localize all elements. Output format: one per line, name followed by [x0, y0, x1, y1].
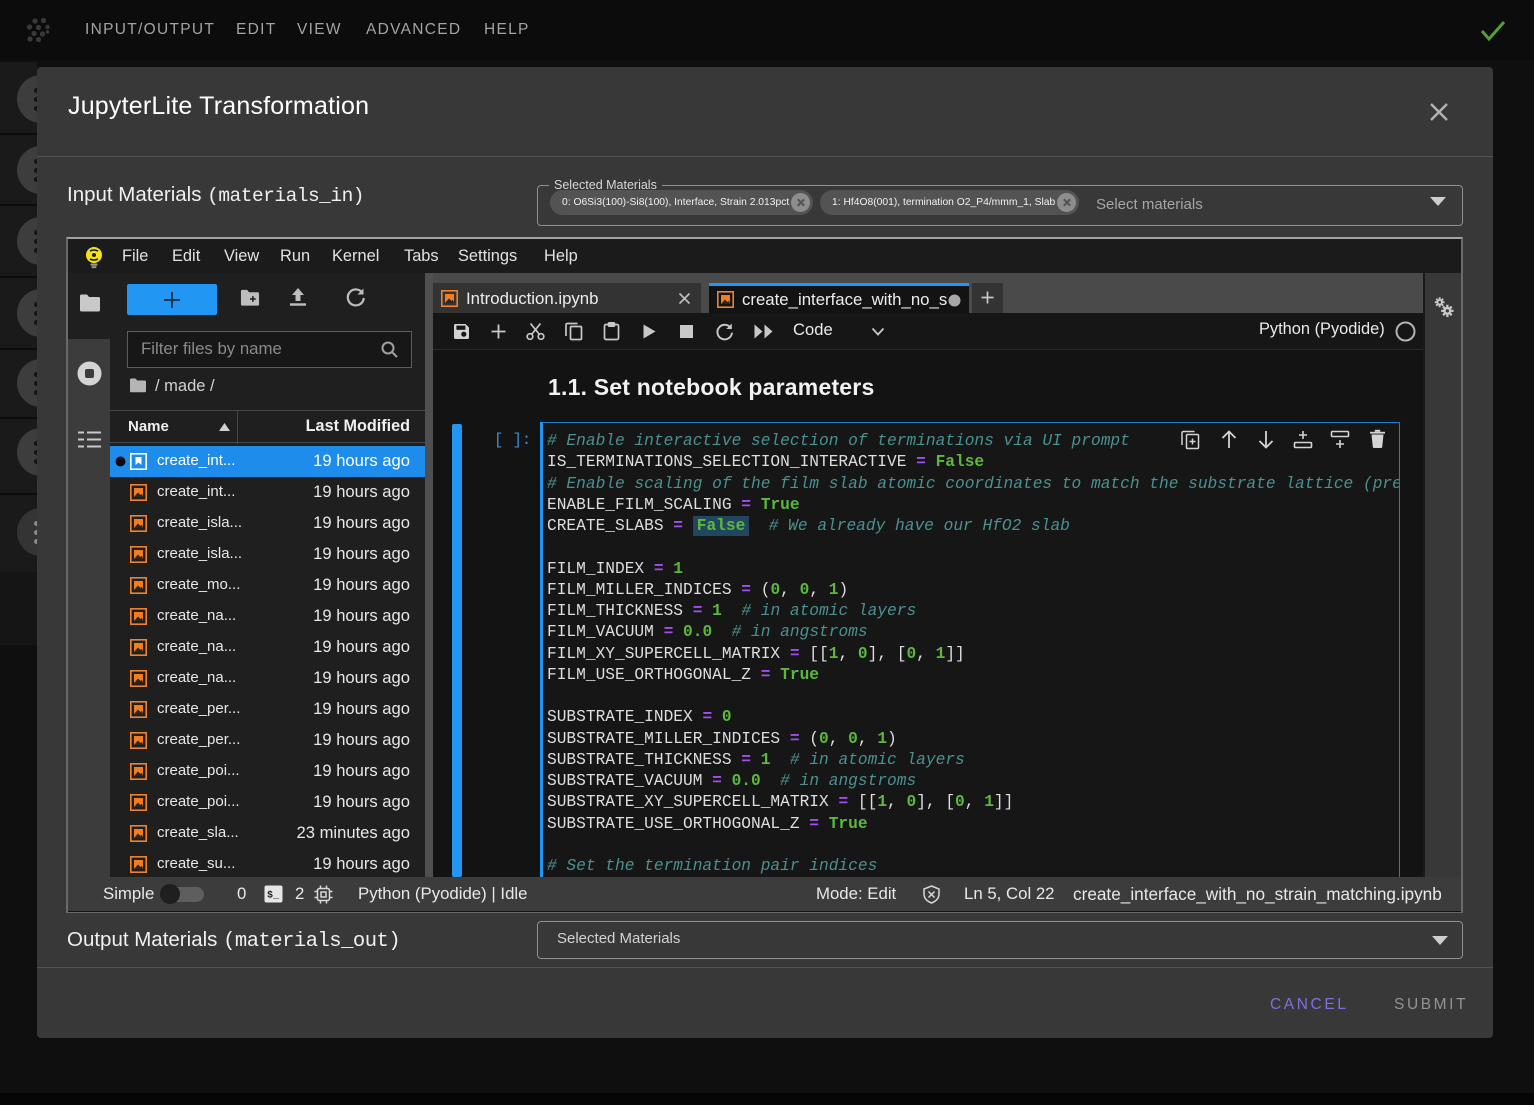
svg-text:$_: $_ — [267, 890, 280, 902]
